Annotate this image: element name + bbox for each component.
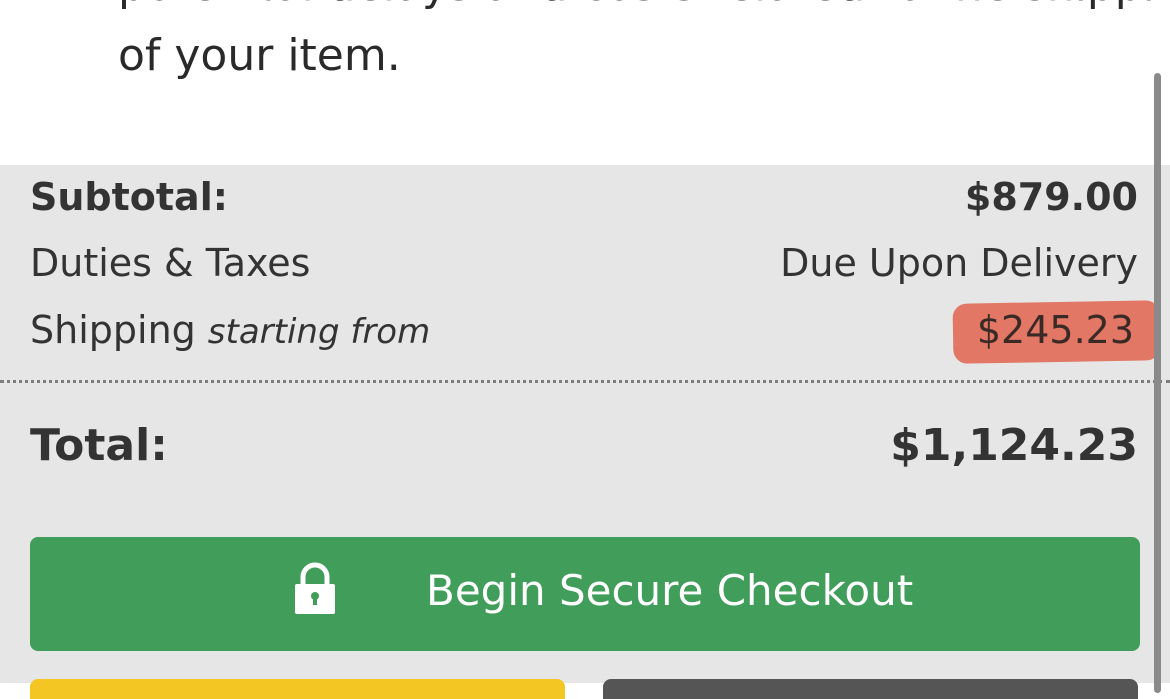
note-text-cut: potential delays and costs related to th… (118, 0, 1170, 11)
shipping-label: Shipping (30, 308, 196, 352)
shipping-value: $245.23 (976, 308, 1134, 352)
duties-label: Duties & Taxes (30, 241, 311, 285)
lock-icon (295, 562, 335, 614)
scrollbar[interactable] (1154, 73, 1161, 693)
checkout-button-label: Begin Secure Checkout (426, 566, 914, 615)
secondary-payment-button-dark[interactable] (603, 679, 1138, 699)
shipping-row: Shipping starting from $245.23 (30, 300, 1161, 364)
duties-row: Duties & Taxes Due Upon Delivery (30, 233, 1138, 293)
subtotal-label: Subtotal: (30, 175, 228, 219)
duties-value: Due Upon Delivery (780, 241, 1138, 285)
subtotal-row: Subtotal: $879.00 (30, 167, 1138, 227)
shipping-note: potential delays and costs related to th… (0, 0, 1170, 165)
secondary-payment-button-yellow[interactable] (30, 679, 565, 699)
dotted-divider (0, 380, 1170, 383)
begin-secure-checkout-button[interactable]: Begin Secure Checkout (30, 537, 1140, 651)
shipping-note-label: starting from (207, 312, 431, 352)
total-row: Total: $1,124.23 (30, 413, 1138, 477)
note-text: of your item. (118, 30, 401, 81)
total-label: Total: (30, 419, 168, 471)
shipping-label-group: Shipping starting from (30, 308, 430, 352)
order-summary: Subtotal: $879.00 Duties & Taxes Due Upo… (0, 165, 1170, 699)
shipping-value-highlighted: $245.23 (952, 300, 1161, 364)
subtotal-value: $879.00 (964, 175, 1138, 219)
total-value: $1,124.23 (890, 419, 1138, 471)
